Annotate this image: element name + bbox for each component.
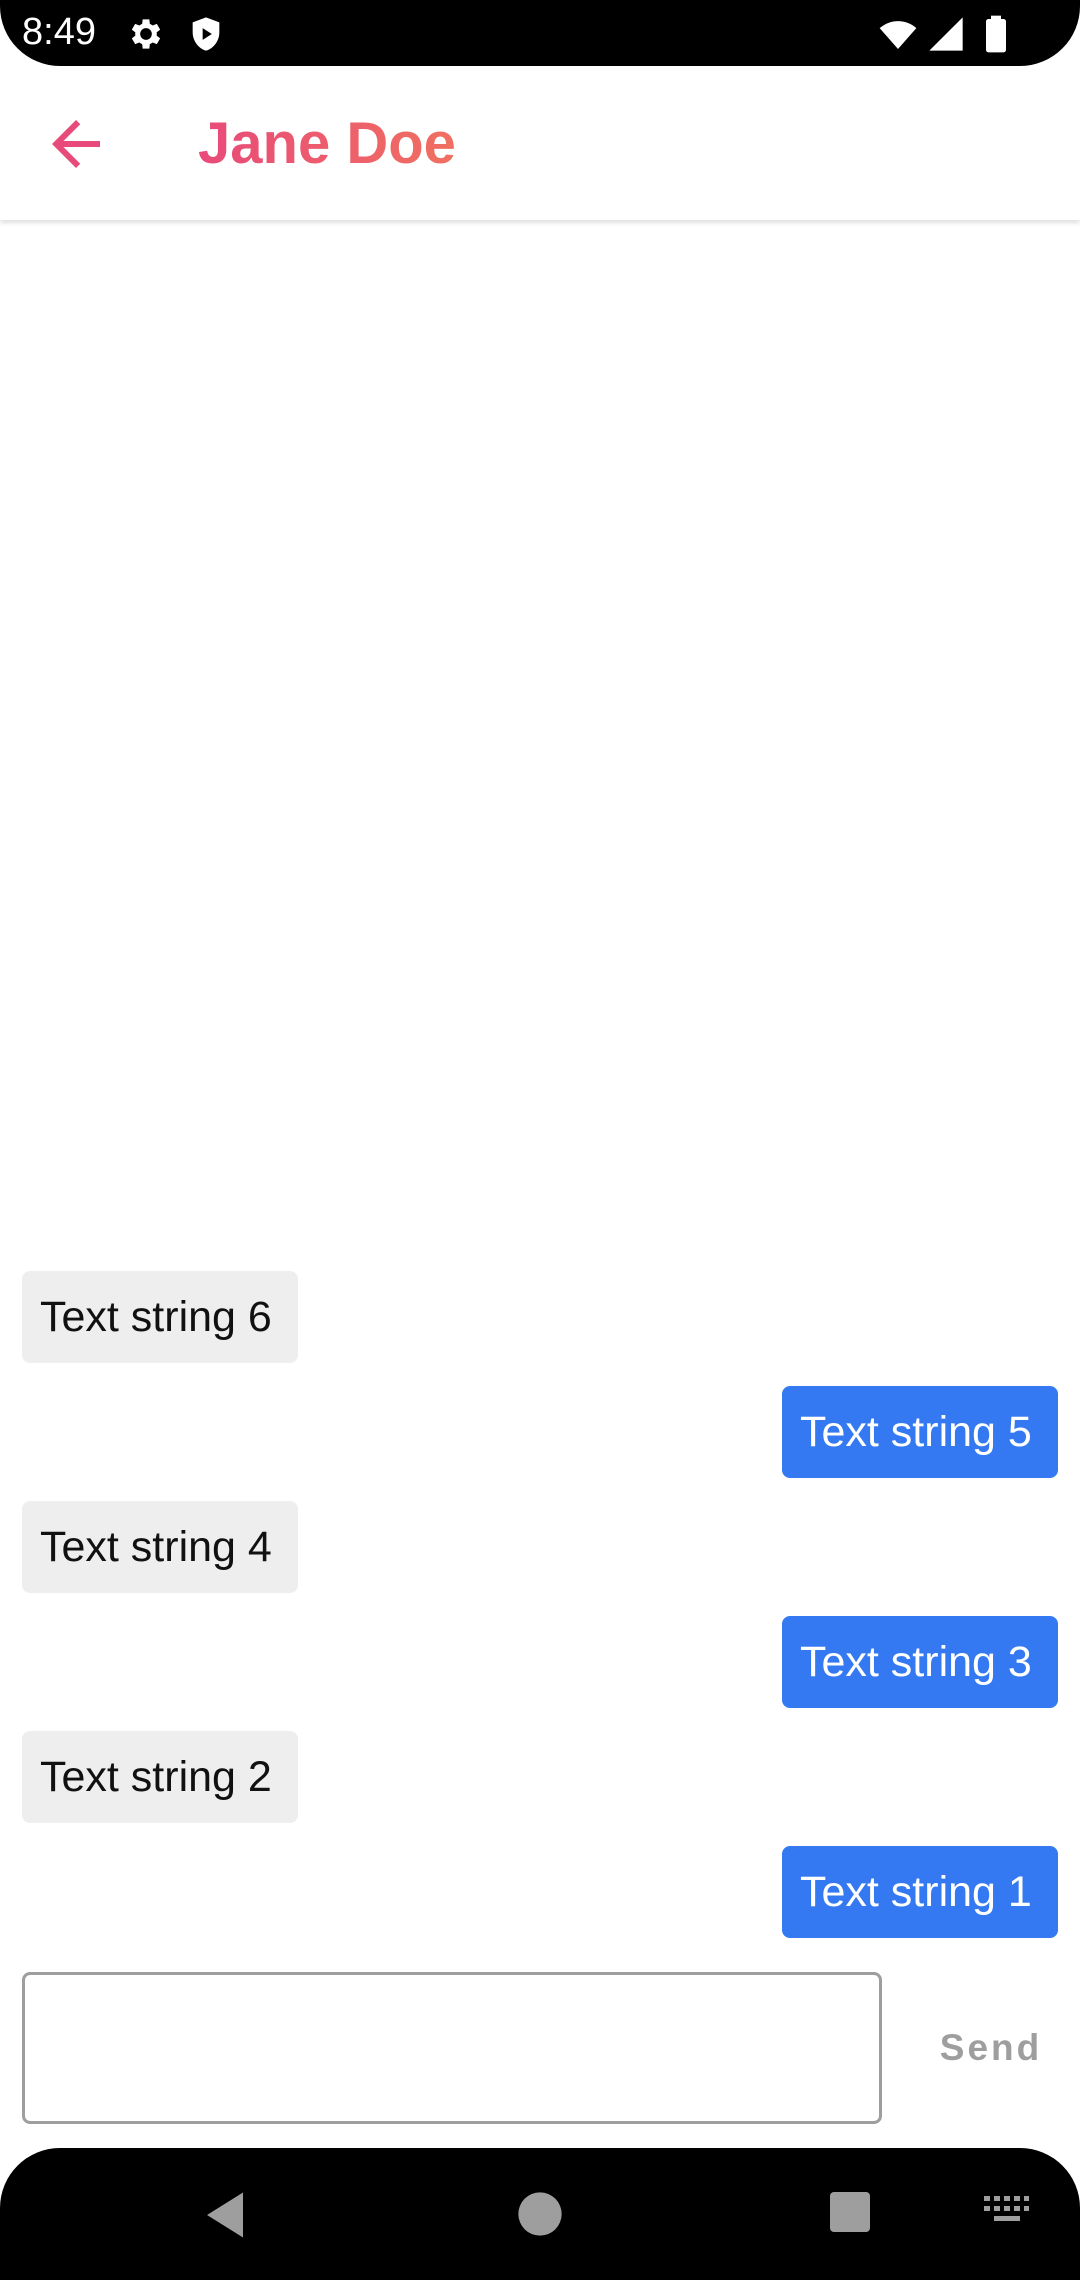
back-button[interactable] <box>40 108 112 180</box>
send-button[interactable]: Send <box>920 1998 1062 2098</box>
status-time: 8:49 <box>22 11 96 53</box>
battery-icon <box>976 14 1016 54</box>
conversation-title: Jane Doe <box>198 108 456 180</box>
message-bubble-received: Text string 2 <box>22 1731 298 1823</box>
message-bubble-sent: Text string 5 <box>782 1386 1058 1478</box>
signal-icon <box>926 14 966 54</box>
keyboard-icon[interactable] <box>982 2192 1030 2232</box>
shield-icon <box>186 14 226 54</box>
arrow-left-icon <box>40 108 112 180</box>
message-bubble-received: Text string 4 <box>22 1501 298 1593</box>
status-bar: 8:49 <box>0 0 1080 66</box>
message-input[interactable] <box>22 1972 882 2124</box>
wifi-icon <box>878 14 918 54</box>
back-triangle-icon[interactable] <box>198 2188 252 2242</box>
message-list[interactable]: Text string 6 Text string 5 Text string … <box>0 220 1080 1970</box>
gear-icon <box>126 14 166 54</box>
recents-square-icon[interactable] <box>826 2188 874 2236</box>
message-bubble-sent: Text string 3 <box>782 1616 1058 1708</box>
message-bubble-received: Text string 6 <box>22 1271 298 1363</box>
home-circle-icon[interactable] <box>514 2188 566 2240</box>
navigation-bar <box>0 2148 1080 2280</box>
app-bar: Jane Doe <box>0 66 1080 220</box>
message-bubble-sent: Text string 1 <box>782 1846 1058 1938</box>
